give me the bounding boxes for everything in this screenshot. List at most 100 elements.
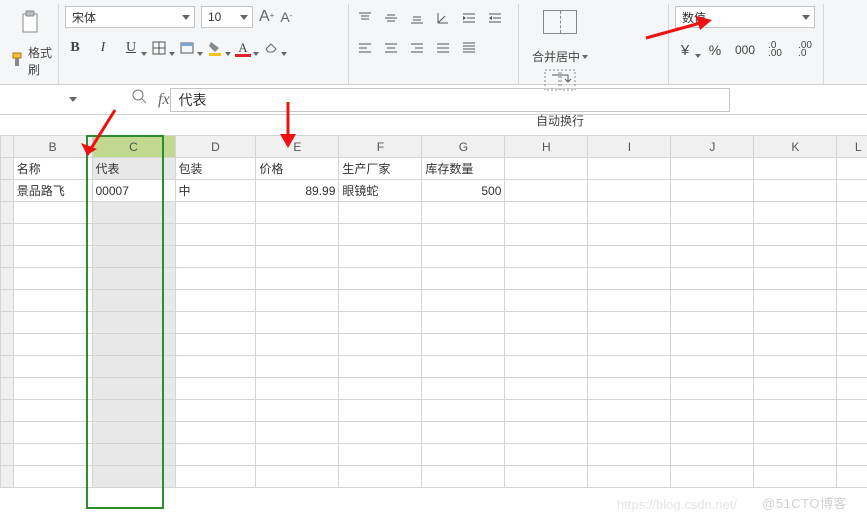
col-header-D[interactable]: D — [175, 136, 256, 158]
cell[interactable] — [671, 158, 754, 180]
italic-button[interactable]: I — [93, 38, 113, 58]
indent-increase-button[interactable] — [485, 8, 505, 28]
cell[interactable]: 中 — [175, 180, 256, 202]
number-format-select[interactable]: 数值 — [675, 6, 815, 28]
brush-icon — [10, 52, 26, 70]
font-name-value: 宋体 — [72, 9, 96, 26]
table-row — [1, 334, 867, 356]
clear-format-button[interactable] — [261, 38, 281, 58]
paste-button[interactable] — [16, 8, 46, 38]
increase-decimal-button[interactable]: .0.00 — [765, 40, 785, 60]
fx-icon[interactable]: fx — [158, 91, 170, 109]
merge-wrap-group: 合并居中 自动换行 — [519, 4, 669, 84]
currency-button[interactable]: ¥ — [675, 40, 695, 60]
chevron-down-icon — [69, 97, 77, 102]
cell[interactable]: 生产厂家 — [339, 158, 422, 180]
col-header-I[interactable]: I — [588, 136, 671, 158]
cell[interactable] — [837, 158, 867, 180]
cell[interactable] — [588, 180, 671, 202]
cell[interactable]: 代表 — [92, 158, 175, 180]
cell[interactable] — [837, 180, 867, 202]
cell[interactable]: 89.99 — [256, 180, 339, 202]
wrap-text-button[interactable]: 自动换行 — [536, 112, 584, 129]
table-row — [1, 378, 867, 400]
col-header-H[interactable]: H — [505, 136, 588, 158]
chevron-down-icon — [240, 15, 248, 20]
format-painter-label: 格式刷 — [28, 44, 52, 78]
font-name-select[interactable]: 宋体 — [65, 6, 195, 28]
bold-button[interactable]: B — [65, 38, 85, 58]
select-all-corner[interactable] — [1, 136, 14, 158]
justify-button[interactable] — [433, 38, 453, 58]
align-top-button[interactable] — [355, 8, 375, 28]
col-header-C[interactable]: C — [92, 136, 175, 158]
col-header-B[interactable]: B — [13, 136, 92, 158]
col-header-F[interactable]: F — [339, 136, 422, 158]
col-header-L[interactable]: L — [837, 136, 867, 158]
distribute-button[interactable] — [459, 38, 479, 58]
col-header-E[interactable]: E — [256, 136, 339, 158]
col-header-K[interactable]: K — [754, 136, 837, 158]
underline-button[interactable]: U — [121, 38, 141, 58]
align-middle-button[interactable] — [381, 8, 401, 28]
decrease-decimal-button[interactable]: .00.0 — [795, 40, 815, 60]
merge-center-button[interactable]: 合并居中 — [532, 48, 588, 65]
grow-font-button[interactable]: A+ — [259, 8, 274, 26]
cell[interactable]: 眼镜蛇 — [339, 180, 422, 202]
table-row — [1, 202, 867, 224]
align-bottom-button[interactable] — [407, 8, 427, 28]
align-left-button[interactable] — [355, 38, 375, 58]
cell[interactable]: 库存数量 — [422, 158, 505, 180]
font-group: 宋体 10 A+ A- B I U A — [59, 4, 349, 84]
cell-active[interactable]: 00007 — [92, 180, 175, 202]
cell[interactable]: 名称 — [13, 158, 92, 180]
cell[interactable] — [754, 158, 837, 180]
cell[interactable] — [671, 180, 754, 202]
table-row — [1, 356, 867, 378]
col-header-J[interactable]: J — [671, 136, 754, 158]
align-center-button[interactable] — [381, 38, 401, 58]
fill-table-button[interactable] — [177, 38, 197, 58]
table-row — [1, 444, 867, 466]
comma-button[interactable]: 000 — [735, 40, 755, 60]
spreadsheet[interactable]: B C D E F G H I J K L 名称 代表 包装 价格 生产厂家 库… — [0, 135, 867, 488]
format-painter-button[interactable]: 格式刷 — [10, 44, 52, 78]
cell[interactable] — [505, 180, 588, 202]
cell[interactable]: 景品路飞 — [13, 180, 92, 202]
zoom-icon[interactable] — [132, 89, 148, 110]
table-row — [1, 268, 867, 290]
cell[interactable] — [505, 158, 588, 180]
table-row — [1, 290, 867, 312]
column-headers-row: B C D E F G H I J K L — [1, 136, 867, 158]
col-header-G[interactable]: G — [422, 136, 505, 158]
formula-input[interactable]: 代表 — [170, 88, 730, 112]
number-format-value: 数值 — [682, 9, 706, 26]
cell[interactable]: 价格 — [256, 158, 339, 180]
clipboard-group: 格式刷 — [4, 4, 59, 84]
table-row: 景品路飞 00007 中 89.99 眼镜蛇 500 — [1, 180, 867, 202]
cell[interactable] — [754, 180, 837, 202]
table-row — [1, 312, 867, 334]
name-box[interactable] — [2, 88, 82, 112]
shrink-font-button[interactable]: A- — [280, 9, 292, 25]
watermark: @51CTO博客 — [762, 493, 847, 512]
watermark-url: https://blog.csdn.net/ — [617, 497, 737, 512]
percent-button[interactable]: % — [705, 40, 725, 60]
borders-button[interactable] — [149, 38, 169, 58]
orientation-button[interactable] — [433, 8, 453, 28]
table-row — [1, 224, 867, 246]
font-size-select[interactable]: 10 — [201, 6, 253, 28]
font-size-value: 10 — [208, 10, 221, 24]
fill-color-button[interactable] — [205, 38, 225, 58]
cell[interactable]: 500 — [422, 180, 505, 202]
alignment-group — [349, 4, 519, 84]
align-right-button[interactable] — [407, 38, 427, 58]
font-color-button[interactable]: A — [233, 38, 253, 58]
cell[interactable]: 包装 — [175, 158, 256, 180]
table-row — [1, 400, 867, 422]
indent-decrease-button[interactable] — [459, 8, 479, 28]
chevron-down-icon — [802, 15, 810, 20]
table-row — [1, 466, 867, 488]
cell[interactable] — [588, 158, 671, 180]
table-row — [1, 422, 867, 444]
